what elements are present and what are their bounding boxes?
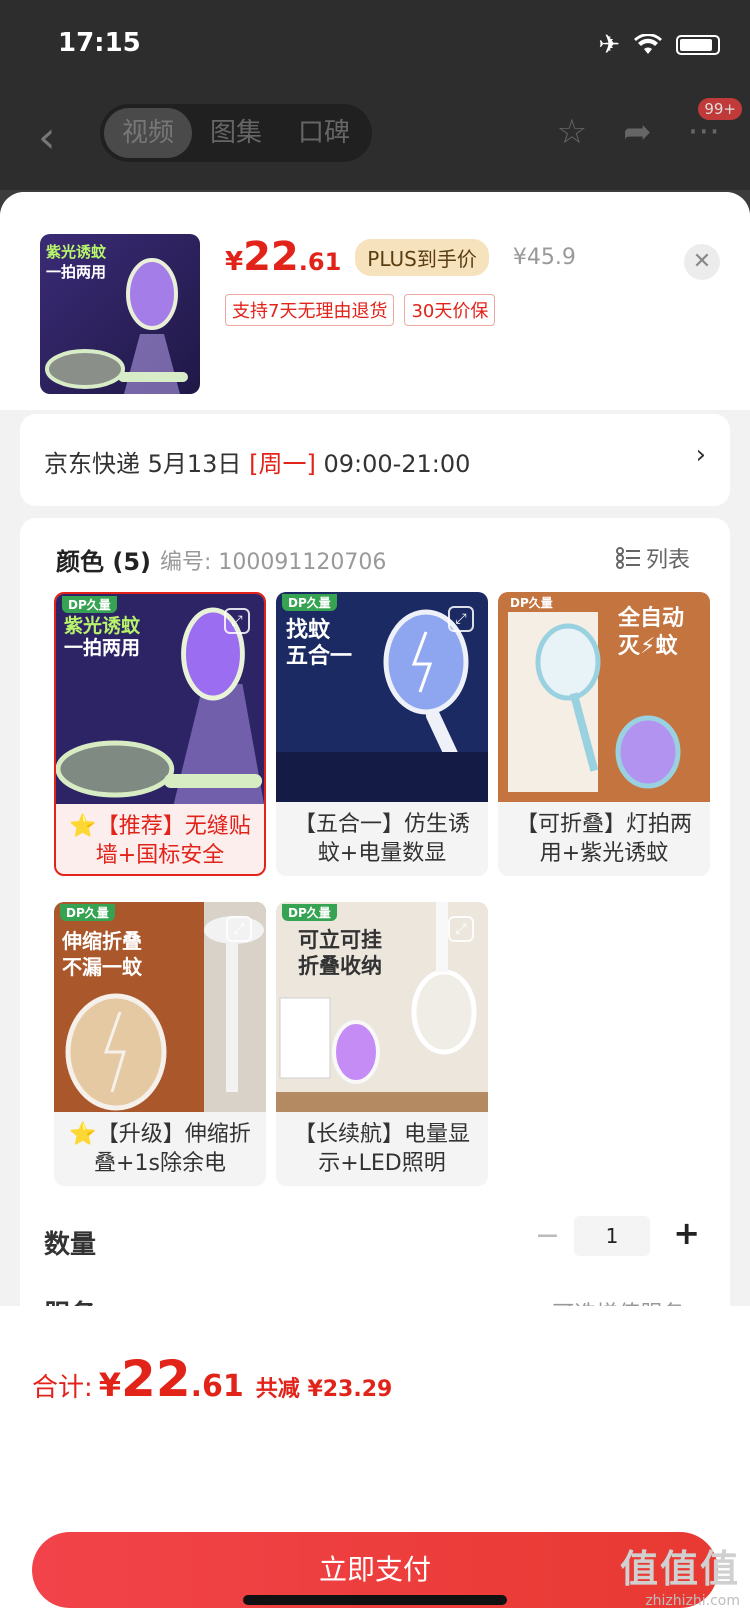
delivery-info: 京东快递 5月13日 [周一] 09:00-21:00: [44, 444, 470, 479]
product-header: 紫光诱蚊 一拍两用 ¥ 22 .61 PLUS到手价 ¥45.9 支持7天无理由…: [0, 192, 750, 410]
expand-icon[interactable]: ⤢: [226, 916, 252, 942]
option-image-title: 找蚊: [286, 618, 331, 643]
total-currency: ¥: [98, 1366, 122, 1404]
airplane-icon: ✈: [598, 30, 620, 60]
back-arrow-icon[interactable]: ‹: [38, 112, 56, 163]
option-label: 【可折叠】灯拍两用+紫光诱蚊: [515, 812, 692, 866]
list-view-toggle[interactable]: 列表: [615, 542, 690, 574]
color-option-foldable[interactable]: DP久量 全自动 灭⚡蚊 【可折叠】灯拍两用+紫光诱蚊: [498, 592, 710, 876]
media-tabs: 视频 图集 口碑: [100, 104, 373, 162]
quantity-label: 数量: [44, 1230, 97, 1260]
color-option-upgrade[interactable]: DP久量 伸缩折叠 不漏一蚊 ⤢ ⭐【升级】伸缩折叠+1s除余电: [54, 902, 266, 1186]
quantity-decrease-button[interactable]: −: [535, 1218, 560, 1253]
thumb-title-2: 一拍两用: [46, 263, 107, 281]
expand-icon[interactable]: ⤢: [224, 608, 250, 634]
option-image-title: 伸缩折叠: [62, 929, 142, 953]
total-integer: 22: [121, 1350, 191, 1408]
brand-logo: DP久量: [282, 904, 337, 921]
color-option-long-battery[interactable]: DP久量 可立可挂 折叠收纳 ⤢ 【长续航】电量显示+LED照明: [276, 902, 488, 1186]
brand-logo: DP久量: [62, 596, 117, 613]
option-image-title: 全自动: [618, 606, 685, 631]
option-image-subtitle: 五合一: [286, 644, 353, 669]
option-image-subtitle: 不漏一蚊: [62, 955, 142, 979]
price-currency: ¥: [225, 247, 244, 277]
status-bar: 17:15 ✈: [0, 0, 750, 90]
original-price: ¥45.9: [512, 244, 576, 270]
thumb-title-1: 紫光诱蚊: [46, 243, 107, 261]
battery-icon: [676, 35, 720, 55]
quantity-increase-button[interactable]: +: [673, 1214, 700, 1252]
product-thumbnail: 紫光诱蚊 一拍两用: [40, 234, 200, 394]
star-icon[interactable]: ☆: [557, 112, 587, 152]
price-protect-tag: 30天价保: [404, 294, 496, 326]
quantity-input[interactable]: 1: [574, 1216, 650, 1256]
option-label: 【长续航】电量显示+LED照明: [293, 1122, 470, 1176]
close-button[interactable]: ✕: [684, 244, 720, 280]
total-price: 合计: ¥ 22 .61 共减 ¥23.29: [32, 1350, 392, 1408]
color-title: 颜色 (5): [56, 548, 151, 576]
message-badge: 99+: [698, 98, 742, 120]
watermark-logo: 值值值: [619, 1547, 740, 1591]
sku-number: 编号: 100091120706: [160, 550, 387, 575]
option-label: ⭐【升级】伸缩折叠+1s除余电: [69, 1122, 251, 1176]
status-icons: ✈: [598, 30, 720, 60]
delivery-weekday: [周一]: [249, 450, 316, 478]
color-option-recommended[interactable]: DP久量 紫光诱蚊 一拍两用 ⤢ ⭐【推荐】无缝贴墙+国标安全: [54, 592, 266, 876]
option-image-subtitle: 一拍两用: [64, 637, 141, 659]
chevron-right-icon: ›: [695, 440, 706, 470]
option-image-title: 紫光诱蚊: [64, 615, 141, 637]
tab-reviews[interactable]: 口碑: [280, 108, 368, 158]
option-label: 【五合一】仿生诱蚊+电量数显: [293, 812, 470, 866]
plus-price-tag: PLUS到手价: [355, 238, 489, 276]
quantity-row: 数量 − 1 +: [20, 1202, 730, 1272]
delivery-window: 09:00-21:00: [315, 450, 471, 478]
delivery-row[interactable]: 京东快递 5月13日 [周一] 09:00-21:00 ›: [20, 414, 730, 506]
status-time: 17:15: [58, 28, 141, 58]
option-label: ⭐【推荐】无缝贴墙+国标安全: [69, 814, 251, 868]
expand-icon[interactable]: ⤢: [448, 606, 474, 632]
wifi-icon: [634, 34, 662, 54]
option-image-subtitle: 灭⚡蚊: [618, 634, 678, 659]
total-decimal: .61: [190, 1369, 244, 1404]
total-savings: 共减 ¥23.29: [255, 1377, 393, 1402]
brand-logo: DP久量: [510, 596, 553, 610]
price-row: ¥ 22 .61 PLUS到手价 ¥45.9: [225, 234, 576, 280]
total-label: 合计:: [32, 1373, 93, 1403]
sku-sheet: 紫光诱蚊 一拍两用 ¥ 22 .61 PLUS到手价 ¥45.9 支持7天无理由…: [0, 192, 750, 1624]
list-icon: [615, 547, 640, 569]
service-tags: 支持7天无理由退货 30天价保: [225, 294, 496, 326]
color-option-five-in-one[interactable]: DP久量 找蚊 五合一 ⤢ 【五合一】仿生诱蚊+电量数显: [276, 592, 488, 876]
brand-logo: DP久量: [282, 594, 337, 611]
watermark-url: zhizhizhi.com: [645, 1593, 740, 1609]
price-decimal: .61: [298, 248, 342, 276]
option-image-subtitle: 折叠收纳: [298, 954, 382, 978]
share-icon[interactable]: ➦: [623, 112, 652, 152]
watermark: 值值值 zhizhizhi.com: [620, 1538, 740, 1609]
option-image-title: 可立可挂: [298, 928, 382, 952]
delivery-date: 京东快递 5月13日: [44, 450, 250, 478]
home-indicator: [243, 1595, 507, 1605]
tab-gallery[interactable]: 图集: [192, 108, 280, 158]
list-label: 列表: [645, 548, 690, 573]
brand-logo: DP久量: [60, 904, 115, 921]
expand-icon[interactable]: ⤢: [448, 916, 474, 942]
tab-video[interactable]: 视频: [104, 108, 193, 158]
price-integer: 22: [243, 234, 299, 280]
top-nav: ‹ 视频 图集 口碑 ☆ ➦ ··· 99+: [0, 90, 750, 190]
nav-actions: ☆ ➦ ···: [557, 112, 720, 152]
return-policy-tag: 支持7天无理由退货: [225, 294, 395, 326]
